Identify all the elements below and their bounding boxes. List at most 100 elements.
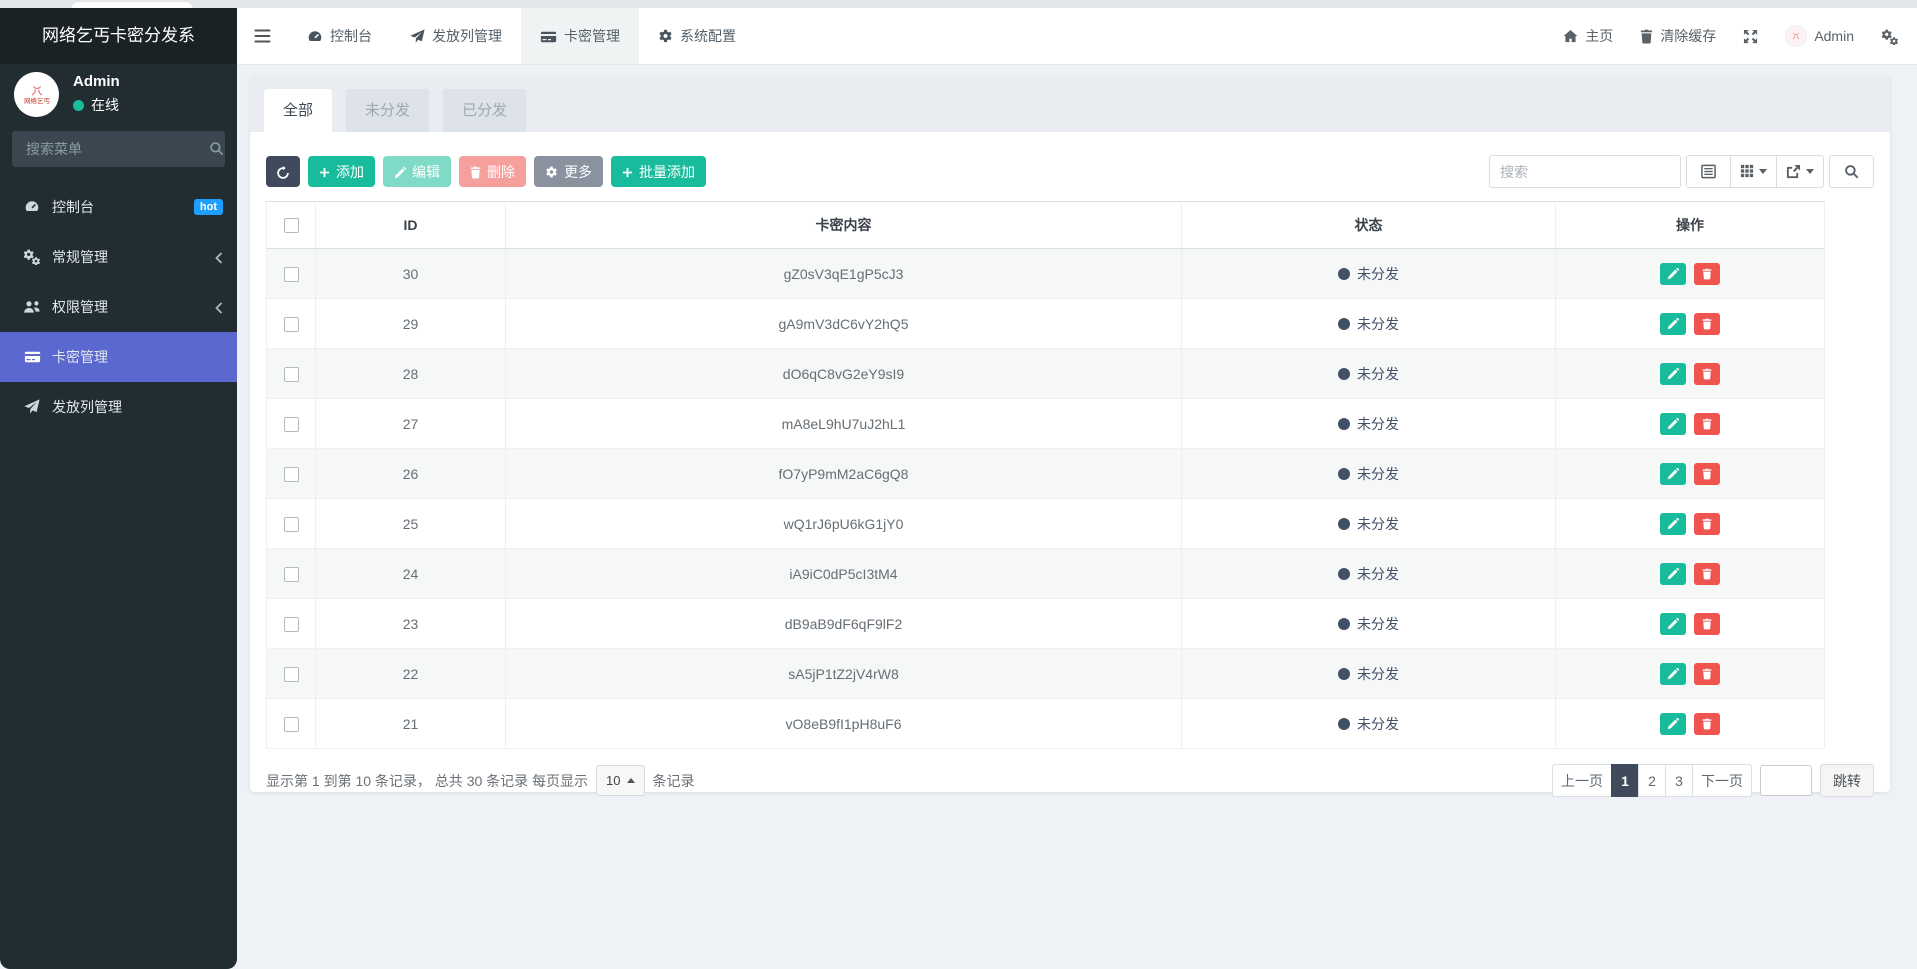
row-delete-button[interactable] (1694, 513, 1720, 535)
cell-status: 未分发 (1182, 249, 1556, 299)
row-edit-button[interactable] (1660, 463, 1686, 485)
hamburger-menu-button[interactable] (237, 8, 288, 64)
toolbar: 添加 编辑 删除 更多 (266, 155, 1874, 188)
select-all-checkbox[interactable] (284, 218, 299, 233)
row-delete-button[interactable] (1694, 613, 1720, 635)
sidebar-item-permission-management[interactable]: 权限管理 (0, 282, 237, 332)
menu-search-input[interactable] (24, 140, 209, 158)
table-row[interactable]: 25 wQ1rJ6pU6kG1jY0 未分发 (267, 499, 1825, 549)
paper-plane-icon (22, 399, 42, 415)
tab-all[interactable]: 全部 (264, 89, 332, 132)
row-checkbox[interactable] (284, 617, 299, 632)
row-checkbox[interactable] (284, 567, 299, 582)
cell-actions (1556, 649, 1825, 699)
add-button[interactable]: 添加 (308, 156, 375, 187)
navtab-dashboard[interactable]: 控制台 (288, 8, 391, 64)
jump-button[interactable]: 跳转 (1820, 764, 1874, 797)
row-edit-button[interactable] (1660, 413, 1686, 435)
settings-button[interactable] (1881, 27, 1899, 44)
sidebar-item-general-management[interactable]: 常规管理 (0, 232, 237, 282)
cell-key: dB9aB9dF6qF9lF2 (506, 599, 1182, 649)
sidebar-item-distribution-management[interactable]: 发放列管理 (0, 382, 237, 432)
row-delete-button[interactable] (1694, 713, 1720, 735)
tab-undistributed[interactable]: 未分发 (346, 89, 429, 132)
table-row[interactable]: 30 gZ0sV3qE1gP5cJ3 未分发 (267, 249, 1825, 299)
clear-cache-link[interactable]: 清除缓存 (1640, 26, 1716, 46)
page-number-3[interactable]: 3 (1665, 764, 1693, 797)
row-checkbox[interactable] (284, 317, 299, 332)
row-checkbox[interactable] (284, 267, 299, 282)
export-dropdown-button[interactable] (1776, 155, 1824, 188)
page-number-2[interactable]: 2 (1638, 764, 1666, 797)
navtab-distribution-management[interactable]: 发放列管理 (391, 8, 521, 64)
row-edit-button[interactable] (1660, 363, 1686, 385)
table-row[interactable]: 23 dB9aB9dF6qF9lF2 未分发 (267, 599, 1825, 649)
row-edit-button[interactable] (1660, 563, 1686, 585)
row-delete-button[interactable] (1694, 313, 1720, 335)
tab-distributed[interactable]: 已分发 (443, 89, 526, 132)
row-edit-button[interactable] (1660, 313, 1686, 335)
row-checkbox[interactable] (284, 367, 299, 382)
delete-button[interactable]: 删除 (459, 156, 526, 187)
paper-plane-icon (410, 28, 432, 45)
status-dot (1338, 318, 1350, 330)
row-checkbox[interactable] (284, 667, 299, 682)
row-delete-button[interactable] (1694, 663, 1720, 685)
navtab-system-config[interactable]: 系统配置 (639, 8, 755, 64)
more-button[interactable]: 更多 (534, 156, 603, 187)
home-link[interactable]: 主页 (1563, 26, 1613, 46)
search-toggle-button[interactable] (1829, 155, 1874, 188)
trash-icon (1702, 368, 1712, 380)
home-icon (1563, 28, 1578, 45)
prev-page[interactable]: 上一页 (1552, 764, 1612, 797)
table-row[interactable]: 22 sA5jP1tZ2jV4rW8 未分发 (267, 649, 1825, 699)
row-checkbox[interactable] (284, 467, 299, 482)
batch-add-button[interactable]: 批量添加 (611, 156, 706, 187)
row-delete-button[interactable] (1694, 363, 1720, 385)
cell-id: 24 (316, 549, 506, 599)
next-page[interactable]: 下一页 (1692, 764, 1752, 797)
table-row[interactable]: 24 iA9iC0dP5cI3tM4 未分发 (267, 549, 1825, 599)
row-edit-button[interactable] (1660, 713, 1686, 735)
table-row[interactable]: 28 dO6qC8vG2eY9sI9 未分发 (267, 349, 1825, 399)
table-row[interactable]: 26 fO7yP9mM2aC6gQ8 未分发 (267, 449, 1825, 499)
clear-cache-label: 清除缓存 (1660, 26, 1716, 46)
cell-id: 28 (316, 349, 506, 399)
table-row[interactable]: 21 vO8eB9fI1pH8uF6 未分发 (267, 699, 1825, 749)
row-delete-button[interactable] (1694, 263, 1720, 285)
fullscreen-button[interactable] (1743, 28, 1758, 45)
trash-icon (1702, 718, 1712, 730)
row-edit-button[interactable] (1660, 263, 1686, 285)
jump-page-input[interactable] (1760, 765, 1812, 796)
row-edit-button[interactable] (1660, 613, 1686, 635)
row-checkbox[interactable] (284, 517, 299, 532)
sidebar-item-dashboard[interactable]: 控制台 hot (0, 182, 237, 232)
refresh-button[interactable] (266, 156, 300, 187)
trash-icon (1702, 618, 1712, 630)
search-icon[interactable] (209, 140, 224, 158)
batch-add-label: 批量添加 (639, 162, 695, 182)
columns-dropdown-button[interactable] (1730, 155, 1777, 188)
row-delete-button[interactable] (1694, 413, 1720, 435)
row-edit-button[interactable] (1660, 513, 1686, 535)
user-menu[interactable]: Admin (1785, 25, 1854, 47)
row-delete-button[interactable] (1694, 463, 1720, 485)
row-checkbox[interactable] (284, 417, 299, 432)
navtab-cardkey-management[interactable]: 卡密管理 (521, 8, 639, 64)
table-row[interactable]: 27 mA8eL9hU7uJ2hL1 未分发 (267, 399, 1825, 449)
row-delete-button[interactable] (1694, 563, 1720, 585)
cell-id: 29 (316, 299, 506, 349)
page-size-dropdown[interactable]: 10 (596, 765, 644, 796)
row-edit-button[interactable] (1660, 663, 1686, 685)
pencil-icon (1667, 468, 1679, 480)
status-dot (1338, 668, 1350, 680)
row-checkbox[interactable] (284, 717, 299, 732)
toggle-detail-view-button[interactable] (1686, 155, 1731, 188)
sidebar-item-cardkey-management[interactable]: 卡密管理 (0, 332, 237, 382)
trash-icon (1702, 668, 1712, 680)
cell-actions (1556, 399, 1825, 449)
page-number-1[interactable]: 1 (1611, 764, 1639, 797)
table-search-input[interactable] (1489, 155, 1681, 188)
table-row[interactable]: 29 gA9mV3dC6vY2hQ5 未分发 (267, 299, 1825, 349)
edit-button[interactable]: 编辑 (383, 156, 451, 187)
